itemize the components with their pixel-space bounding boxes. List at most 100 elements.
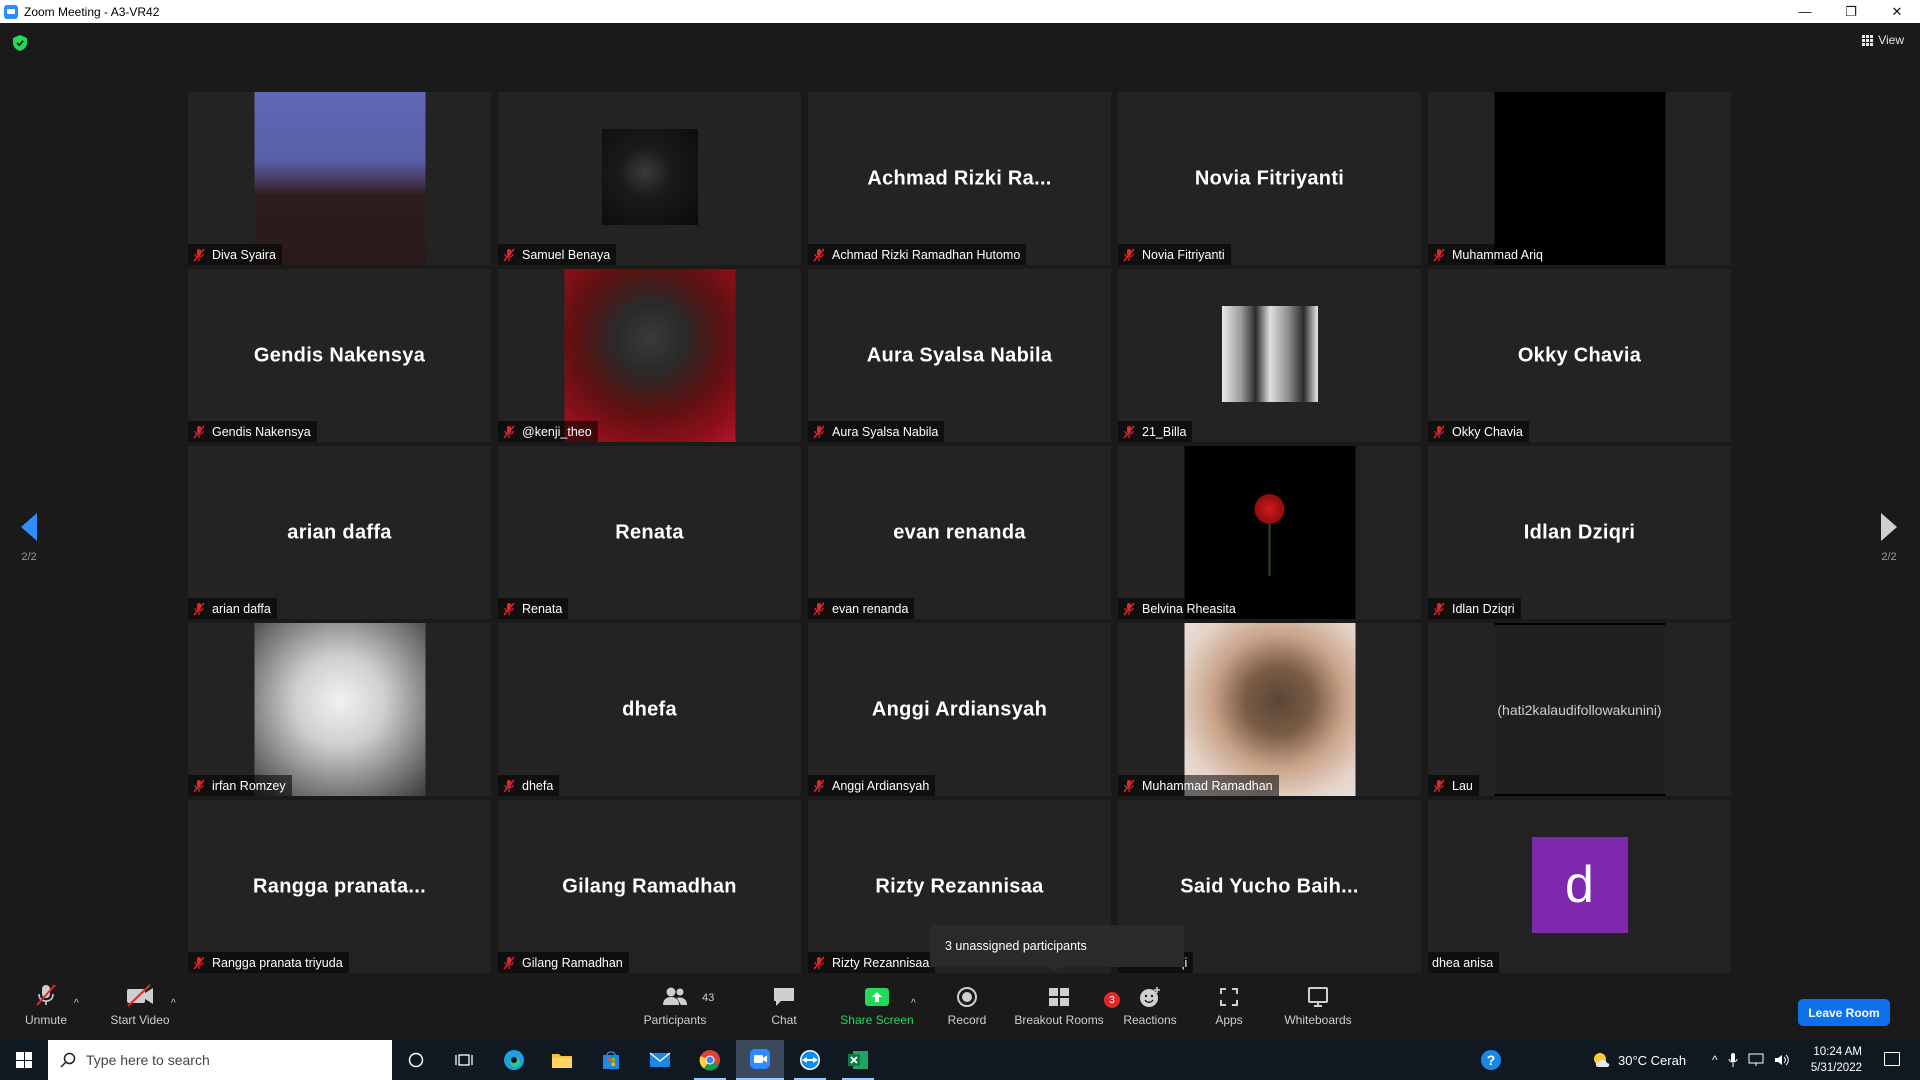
participant-tile[interactable]: dhefa dhefa xyxy=(498,623,801,796)
volume-icon[interactable] xyxy=(1774,1053,1790,1067)
minimize-button[interactable]: — xyxy=(1782,0,1828,23)
participant-tile[interactable]: Novia Fitriyanti Novia Fitriyanti xyxy=(1118,92,1421,265)
participant-nameplate: dhefa xyxy=(498,775,560,796)
microsoft-store-icon xyxy=(603,1051,619,1069)
view-button[interactable]: View xyxy=(1862,33,1904,47)
participant-display-name: arian daffa xyxy=(287,521,392,543)
breakout-rooms-icon xyxy=(1049,988,1069,1006)
participant-tile[interactable]: Gilang Ramadhan Gilang Ramadhan xyxy=(498,800,801,973)
participant-tile[interactable]: Rangga pranata... Rangga pranata triyuda xyxy=(188,800,491,973)
zoom-taskbar-button[interactable] xyxy=(736,1040,784,1080)
chevron-up-icon[interactable]: ^ xyxy=(1712,1053,1718,1067)
unmute-button[interactable]: Unmute xyxy=(22,978,70,1040)
apps-icon xyxy=(1220,988,1238,1006)
participant-display-name: Okky Chavia xyxy=(1517,344,1642,366)
cortana-button[interactable] xyxy=(392,1040,440,1080)
mail-envelope-icon xyxy=(649,1052,671,1067)
participant-nameplate: Idlan Dziqri xyxy=(1428,598,1521,619)
participant-name: dhefa xyxy=(522,778,554,793)
muted-microphone-icon xyxy=(1123,425,1135,438)
participant-tile[interactable]: Idlan Dziqri Idlan Dziqri xyxy=(1428,446,1731,619)
participants-button[interactable]: 43 Participants xyxy=(640,978,714,1040)
participant-tile[interactable]: Gendis Nakensya Gendis Nakensya xyxy=(188,269,491,442)
participant-name: Gendis Nakensya xyxy=(212,424,311,439)
participant-tile[interactable]: Achmad Rizki Ra... Achmad Rizki Ramadhan … xyxy=(808,92,1111,265)
record-button[interactable]: Record xyxy=(945,978,989,1040)
weather-widget[interactable]: 30°C Cerah xyxy=(1592,1040,1686,1080)
participant-tile[interactable]: d dhea anisa xyxy=(1428,800,1731,973)
participant-tile[interactable]: @kenji_theo xyxy=(498,269,801,442)
participant-tile[interactable]: Belvina Rheasita xyxy=(1118,446,1421,619)
whiteboards-button[interactable]: Whiteboards xyxy=(1282,978,1354,1040)
chrome-taskbar-button[interactable] xyxy=(686,1040,734,1080)
taskbar-search-box[interactable]: Type here to search xyxy=(48,1040,392,1080)
audio-options-caret-icon[interactable]: ^ xyxy=(74,998,79,1009)
mail-taskbar-button[interactable] xyxy=(636,1040,684,1080)
gallery-grid: Diva Syaira Samuel Benaya Achmad Rizki Ra.… xyxy=(188,92,1733,995)
video-options-caret-icon[interactable]: ^ xyxy=(171,998,176,1009)
participant-tile[interactable]: (hati2kalaudifollowakunini) Lau xyxy=(1428,623,1731,796)
notification-center-icon[interactable] xyxy=(1884,1052,1900,1066)
muted-microphone-icon xyxy=(1123,248,1135,261)
weather-text: 30°C Cerah xyxy=(1618,1052,1687,1068)
edge-taskbar-button[interactable] xyxy=(490,1040,538,1080)
leave-room-button[interactable]: Leave Room xyxy=(1798,999,1890,1026)
excel-taskbar-button[interactable] xyxy=(834,1040,882,1080)
microphone-muted-icon xyxy=(36,984,56,1006)
zoom-icon xyxy=(750,1049,770,1069)
participant-tile[interactable]: Anggi Ardiansyah Anggi Ardiansyah xyxy=(808,623,1111,796)
share-options-caret-icon[interactable]: ^ xyxy=(911,998,916,1009)
start-video-button[interactable]: Start Video xyxy=(105,978,175,1040)
participant-tile[interactable]: Diva Syaira xyxy=(188,92,491,265)
participant-tile[interactable]: evan renanda evan renanda xyxy=(808,446,1111,619)
participant-tile[interactable]: 21_Billa xyxy=(1118,269,1421,442)
participant-tile[interactable]: irfan Romzey xyxy=(188,623,491,796)
participant-photo xyxy=(564,269,735,442)
task-view-button[interactable] xyxy=(440,1040,488,1080)
page-indicator-right: 2/2 xyxy=(1881,551,1897,563)
teamviewer-taskbar-button[interactable] xyxy=(786,1040,834,1080)
record-icon xyxy=(957,987,977,1007)
participant-tile[interactable]: Muhammad Ramadhan xyxy=(1118,623,1421,796)
network-icon[interactable] xyxy=(1748,1053,1764,1067)
participant-nameplate: Diva Syaira xyxy=(188,244,282,265)
svg-text:?: ? xyxy=(1487,1052,1496,1068)
chat-button[interactable]: Chat xyxy=(765,978,803,1040)
participant-photo xyxy=(1184,623,1355,796)
file-explorer-taskbar-button[interactable] xyxy=(538,1040,586,1080)
participant-display-name: Gilang Ramadhan xyxy=(562,875,737,897)
muted-microphone-icon xyxy=(1433,602,1445,615)
microphone-tray-icon[interactable] xyxy=(1728,1052,1738,1068)
participant-photo xyxy=(601,129,698,225)
participant-tile[interactable]: Renata Renata xyxy=(498,446,801,619)
participant-tile[interactable]: Aura Syalsa Nabila Aura Syalsa Nabila xyxy=(808,269,1111,442)
muted-microphone-icon xyxy=(503,425,515,438)
participant-tile[interactable]: Okky Chavia Okky Chavia xyxy=(1428,269,1731,442)
taskbar-clock[interactable]: 10:24 AM 5/31/2022 xyxy=(1811,1044,1862,1076)
reactions-button[interactable]: Reactions xyxy=(1122,978,1178,1040)
participant-tile[interactable]: Samuel Benaya xyxy=(498,92,801,265)
restore-button[interactable]: ❐ xyxy=(1828,0,1874,23)
store-taskbar-button[interactable] xyxy=(587,1040,635,1080)
previous-page-button[interactable]: 2/2 xyxy=(9,513,49,563)
share-screen-label: Share Screen xyxy=(840,1013,914,1027)
participant-tile[interactable]: Muhammad Ariq xyxy=(1428,92,1731,265)
breakout-rooms-button[interactable]: 3 Breakout Rooms xyxy=(1013,978,1120,1040)
share-screen-button[interactable]: Share Screen xyxy=(840,978,914,1040)
muted-microphone-icon xyxy=(503,248,515,261)
close-button[interactable]: ✕ xyxy=(1874,0,1920,23)
start-button[interactable] xyxy=(0,1040,48,1080)
participant-name: Lau xyxy=(1452,778,1473,793)
apps-button[interactable]: Apps xyxy=(1212,978,1246,1040)
participants-icon xyxy=(663,987,687,1005)
record-label: Record xyxy=(947,1013,987,1027)
participant-nameplate: Gendis Nakensya xyxy=(188,421,317,442)
participant-name: evan renanda xyxy=(832,601,909,616)
help-tray-icon[interactable]: ? xyxy=(1480,1040,1502,1080)
participant-photo xyxy=(1221,306,1318,402)
participant-nameplate: Okky Chavia xyxy=(1428,421,1529,442)
security-shield-icon[interactable] xyxy=(13,35,27,51)
next-page-button[interactable]: 2/2 xyxy=(1869,513,1909,563)
participant-tile[interactable]: arian daffa arian daffa xyxy=(188,446,491,619)
participant-name: Muhammad Ariq xyxy=(1452,247,1544,262)
